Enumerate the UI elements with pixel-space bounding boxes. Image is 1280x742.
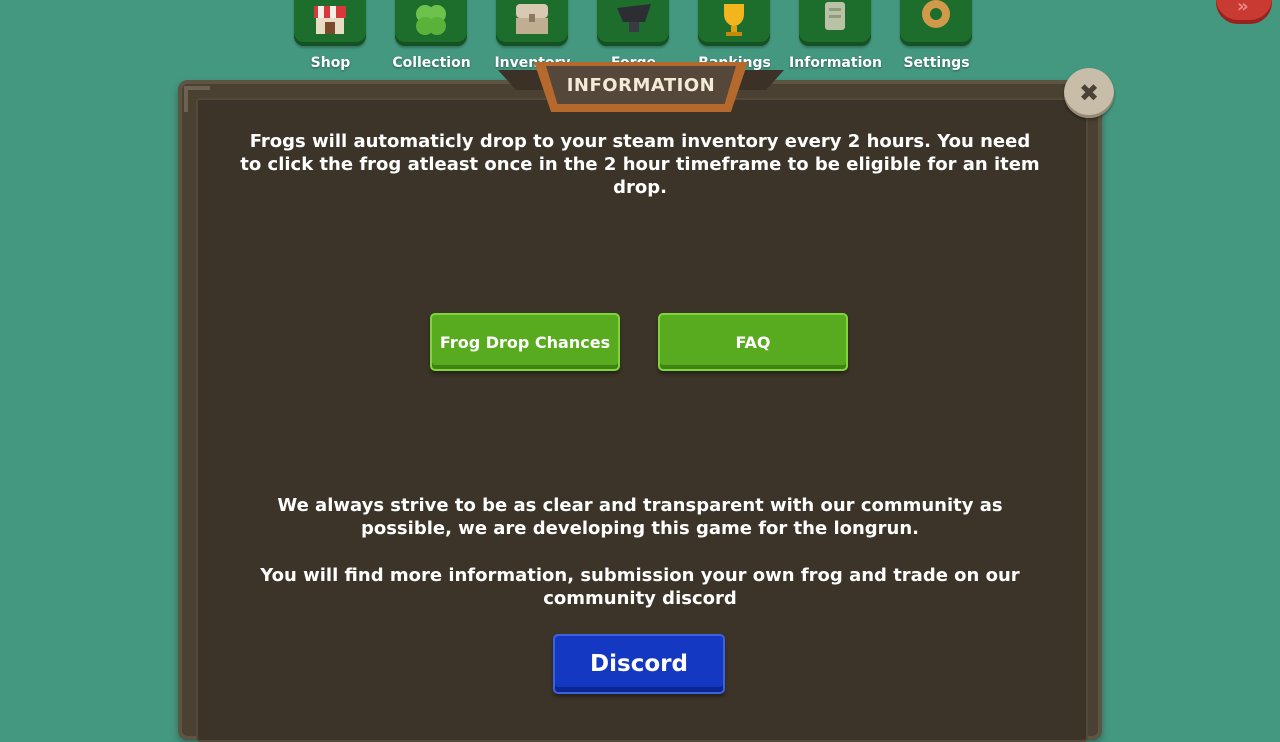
nav-label: Information (789, 55, 882, 71)
close-icon: ✖ (1078, 79, 1100, 107)
scroll-icon (799, 0, 871, 46)
close-button[interactable]: ✖ (1064, 68, 1114, 118)
dialog-title-banner: INFORMATION (498, 62, 784, 114)
dialog-title: INFORMATION (566, 74, 716, 96)
shop-icon (294, 0, 366, 46)
more-info-text: You will find more information, submissi… (260, 565, 1020, 609)
nav-label: Settings (903, 55, 970, 71)
community-text: We always strive to be as clear and tran… (277, 495, 1003, 539)
double-chevron-icon: » (1237, 0, 1249, 17)
frog-drop-chances-button[interactable]: Frog Drop Chances (430, 313, 620, 371)
nav-item-collection[interactable]: Collection (381, 0, 482, 78)
chest-icon (496, 0, 568, 46)
trophy-icon (698, 0, 770, 46)
nav-label: Collection (392, 55, 471, 71)
gear-icon (900, 0, 972, 46)
faq-button[interactable]: FAQ (658, 313, 848, 371)
nav-item-information[interactable]: Information (785, 0, 886, 78)
banner-inner: INFORMATION (546, 66, 736, 104)
clover-icon (395, 0, 467, 46)
nav-item-shop[interactable]: Shop (280, 0, 381, 78)
nav-label: Shop (310, 55, 351, 71)
intro-text: Frogs will automaticly drop to your stea… (240, 131, 1040, 198)
anvil-icon (597, 0, 669, 46)
discord-button[interactable]: Discord (553, 634, 725, 694)
nav-item-settings[interactable]: Settings (886, 0, 987, 78)
